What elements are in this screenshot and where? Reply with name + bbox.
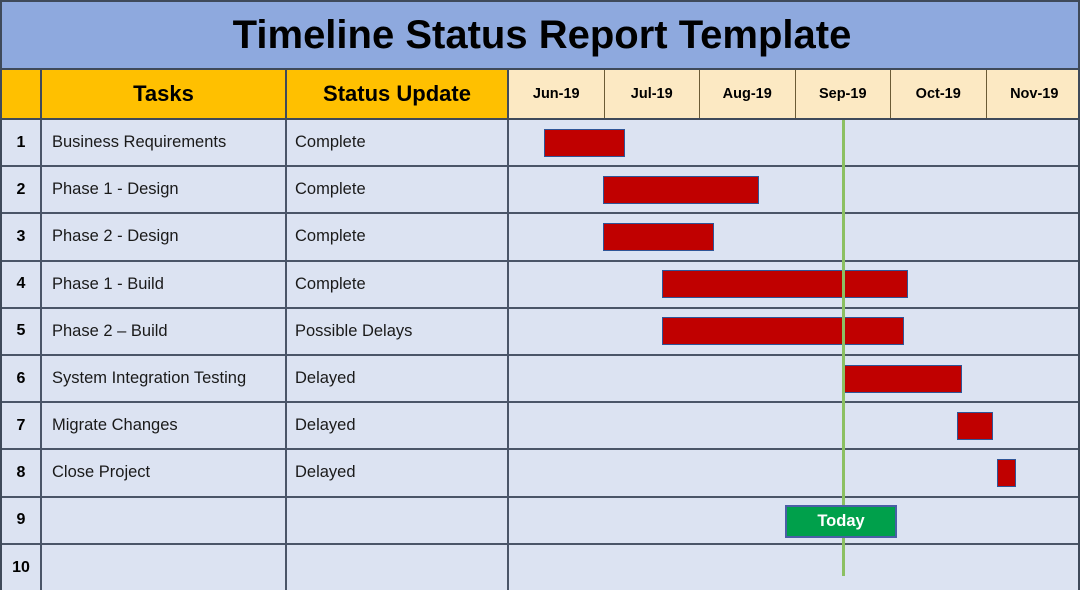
header-month-sep[interactable]: Sep-19 (795, 70, 891, 118)
gantt-bar[interactable] (662, 317, 904, 346)
table-row: 9 (2, 497, 1078, 545)
title-bar: Timeline Status Report Template (2, 2, 1078, 70)
task-name-cell[interactable]: Migrate Changes (42, 403, 287, 449)
status-update-cell[interactable] (287, 497, 509, 543)
header-month-jul[interactable]: Jul-19 (604, 70, 700, 118)
table-row: 5 Phase 2 – Build Possible Delays (2, 308, 1078, 356)
header-month-nov[interactable]: Nov-19 (986, 70, 1078, 118)
row-number: 9 (2, 497, 42, 543)
row-number: 5 (2, 308, 42, 354)
status-update-cell[interactable]: Complete (287, 120, 509, 166)
task-name-cell[interactable]: Phase 2 - Design (42, 214, 287, 260)
status-update-cell[interactable]: Delayed (287, 355, 509, 402)
timeline-cell (509, 167, 1078, 213)
status-update-cell[interactable] (287, 544, 509, 590)
table-header-row: Tasks Status Update Jun-19 Jul-19 Aug-19… (2, 70, 1078, 120)
gantt-bar[interactable] (842, 364, 962, 393)
gantt-bar[interactable] (957, 411, 993, 440)
task-name-cell[interactable]: Phase 2 – Build (42, 308, 287, 354)
timeline-cell (509, 214, 1078, 260)
table-row: 10 (2, 544, 1078, 590)
header-month-aug[interactable]: Aug-19 (700, 70, 796, 118)
gantt-bar[interactable] (544, 128, 625, 157)
task-name-cell[interactable] (42, 544, 287, 590)
timeline-status-report-sheet: Timeline Status Report Template Tasks St… (0, 0, 1080, 590)
row-number: 2 (2, 167, 42, 213)
row-number: 6 (2, 355, 42, 402)
header-month-jun[interactable]: Jun-19 (509, 70, 605, 118)
header-month-oct[interactable]: Oct-19 (891, 70, 987, 118)
task-name-cell[interactable] (42, 497, 287, 543)
timeline-cell (509, 403, 1078, 449)
table-row: 4 Phase 1 - Build Complete (2, 261, 1078, 309)
gantt-bar[interactable] (603, 223, 714, 251)
status-update-cell[interactable]: Complete (287, 167, 509, 213)
row-number: 3 (2, 214, 42, 260)
header-status-update[interactable]: Status Update (287, 70, 509, 118)
row-number: 1 (2, 120, 42, 166)
table-row: 2 Phase 1 - Design Complete (2, 167, 1078, 215)
status-update-cell[interactable]: Delayed (287, 403, 509, 449)
row-number: 4 (2, 261, 42, 307)
header-row-number (2, 70, 42, 118)
row-number: 10 (2, 544, 42, 590)
task-name-cell[interactable]: System Integration Testing (42, 355, 287, 402)
gantt-bar[interactable] (997, 459, 1016, 487)
gantt-bar[interactable] (662, 270, 908, 299)
task-name-cell[interactable]: Phase 1 - Design (42, 167, 287, 213)
row-number: 7 (2, 403, 42, 449)
status-update-cell[interactable]: Complete (287, 214, 509, 260)
timeline-cell (509, 355, 1078, 402)
task-name-cell[interactable]: Close Project (42, 450, 287, 496)
status-update-cell[interactable]: Delayed (287, 450, 509, 496)
timeline-cell (509, 450, 1078, 496)
table-row: 1 Business Requirements Complete (2, 120, 1078, 168)
gantt-bar[interactable] (603, 175, 759, 204)
row-number: 8 (2, 450, 42, 496)
status-update-cell[interactable]: Complete (287, 261, 509, 307)
table-row: 7 Migrate Changes Delayed (2, 403, 1078, 451)
table-row: 3 Phase 2 - Design Complete (2, 214, 1078, 262)
task-table-body: 1 Business Requirements Complete 2 Phase 1 -… (2, 120, 1078, 590)
status-update-cell[interactable]: Possible Delays (287, 308, 509, 354)
table-row: 8 Close Project Delayed (2, 450, 1078, 498)
task-name-cell[interactable]: Business Requirements (42, 120, 287, 166)
header-tasks[interactable]: Tasks (42, 70, 287, 118)
page-title: Timeline Status Report Template (232, 12, 852, 57)
today-badge[interactable]: Today (785, 504, 897, 538)
task-name-cell[interactable]: Phase 1 - Build (42, 261, 287, 307)
timeline-cell (509, 544, 1078, 590)
